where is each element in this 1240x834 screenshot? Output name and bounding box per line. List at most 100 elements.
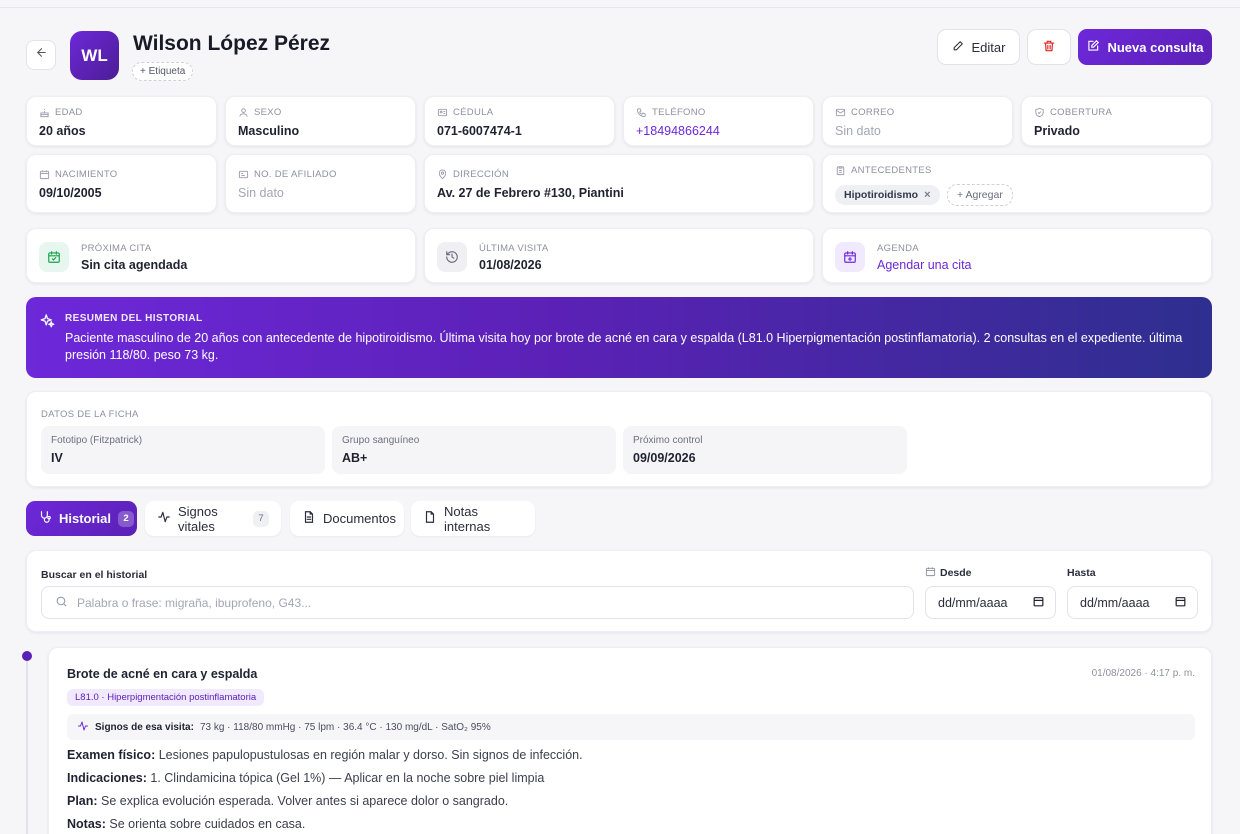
to-date-label: Hasta xyxy=(1067,567,1096,579)
schedule-card[interactable]: AGENDA Agendar una cita xyxy=(822,228,1212,283)
tab-historial[interactable]: Historial 2 xyxy=(26,501,137,536)
address-value: Av. 27 de Febrero #130, Piantini xyxy=(437,186,624,200)
entry-datetime: 01/08/2026 · 4:17 p. m. xyxy=(1091,668,1195,679)
mail-icon xyxy=(835,107,846,118)
user-icon xyxy=(238,107,249,118)
history-entry-card[interactable]: Brote de acné en cara y espalda 01/08/20… xyxy=(48,647,1212,834)
diagnosis-code-badge: L81.0 · Hiperpigmentación postinflamator… xyxy=(67,689,265,706)
stethoscope-icon xyxy=(38,510,52,527)
new-consultation-label: Nueva consulta xyxy=(1107,39,1204,55)
summary-text: Paciente masculino de 20 años con antece… xyxy=(65,331,1183,362)
sparkles-icon xyxy=(40,313,55,333)
tab-count-badge: 2 xyxy=(118,510,135,527)
last-visit-card: ÚLTIMA VISITA 01/08/2026 xyxy=(424,228,814,283)
info-card-sexo: SEXO Masculino xyxy=(225,96,416,146)
calendar-icon xyxy=(925,566,936,580)
affiliate-value: Sin dato xyxy=(238,186,284,200)
map-pin-icon xyxy=(437,169,448,180)
next-appointment-value: Sin cita agendada xyxy=(81,258,188,272)
shield-icon xyxy=(1034,107,1045,118)
page-title: Wilson López Pérez xyxy=(133,32,331,55)
phone-icon xyxy=(636,107,647,118)
note-icon xyxy=(423,510,437,527)
next-appointment-card: PRÓXIMA CITA Sin cita agendada xyxy=(26,228,416,283)
info-card-antecedentes: ANTECEDENTES Hipotiroidismo × + Agregar xyxy=(822,154,1212,213)
info-card-telefono: TELÉFONO +18494866244 xyxy=(623,96,814,146)
email-value: Sin dato xyxy=(835,124,881,138)
add-antecedent-button[interactable]: + Agregar xyxy=(947,184,1013,206)
info-card-direccion: DIRECCIÓN Av. 27 de Febrero #130, Pianti… xyxy=(424,154,814,213)
antecedent-chip: Hipotiroidismo × xyxy=(835,185,940,205)
ficha-field-next-control: Próximo control 09/09/2026 xyxy=(623,426,907,474)
timeline-dot xyxy=(22,651,32,661)
top-divider xyxy=(0,7,1240,8)
search-label: Buscar en el historial xyxy=(41,569,148,581)
delete-button[interactable] xyxy=(1027,29,1071,65)
visit-vitals-strip: Signos de esa visita: 73 kg · 118/80 mmH… xyxy=(67,714,1195,740)
remove-antecedent-icon[interactable]: × xyxy=(924,189,930,201)
last-visit-value: 01/08/2026 xyxy=(479,258,542,272)
pencil-icon xyxy=(952,39,965,55)
vitals-label: Signos de esa visita: xyxy=(95,721,194,733)
search-input[interactable]: Palabra o frase: migraña, ibuprofeno, G4… xyxy=(41,586,914,619)
new-consultation-button[interactable]: Nueva consulta xyxy=(1078,29,1212,65)
edit-button[interactable]: Editar xyxy=(937,29,1020,65)
add-tag-button[interactable]: + Etiqueta xyxy=(132,62,194,81)
age-value: 20 años xyxy=(39,124,86,138)
info-card-afiliado: NO. DE AFILIADO Sin dato xyxy=(225,154,416,213)
sex-value: Masculino xyxy=(238,124,300,138)
edit-button-label: Editar xyxy=(971,39,1006,55)
history-summary-banner: RESUMEN DEL HISTORIAL Paciente masculino… xyxy=(26,297,1212,378)
indications-line: Indicaciones: 1. Clindamicina tópica (Ge… xyxy=(67,771,545,785)
ficha-field-blood-group: Grupo sanguíneo AB+ xyxy=(332,426,616,474)
clipboard-icon xyxy=(835,165,846,176)
calendar-check-icon xyxy=(39,242,69,272)
arrow-left-icon xyxy=(35,46,48,64)
note-edit-icon xyxy=(1086,39,1100,56)
ficha-field-fototipo: Fototipo (Fitzpatrick) IV xyxy=(41,426,325,474)
to-date-input[interactable]: dd/mm/aaaa xyxy=(1067,586,1198,619)
calendar-picker-icon[interactable] xyxy=(1032,595,1045,611)
back-button[interactable] xyxy=(26,40,56,70)
activity-icon xyxy=(157,510,171,527)
search-icon xyxy=(55,595,68,611)
cedula-value: 071-6007474-1 xyxy=(437,124,522,138)
calendar-icon xyxy=(39,169,50,180)
activity-icon xyxy=(77,720,89,735)
info-card-nacimiento: NACIMIENTO 09/10/2005 xyxy=(26,154,217,213)
timeline-line xyxy=(26,660,28,834)
from-date-input[interactable]: dd/mm/aaaa xyxy=(925,586,1056,619)
history-icon xyxy=(437,242,467,272)
info-card-cedula: CÉDULA 071-6007474-1 xyxy=(424,96,615,146)
record-data-title: DATOS DE LA FICHA xyxy=(41,409,139,420)
tab-count-badge: 7 xyxy=(253,510,269,527)
from-date-label: Desde xyxy=(925,566,972,580)
search-placeholder: Palabra o frase: migraña, ibuprofeno, G4… xyxy=(77,595,312,610)
id-card-icon xyxy=(238,169,249,180)
calendar-plus-icon xyxy=(835,242,865,272)
tab-notas-internas[interactable]: Notas internas xyxy=(411,501,535,536)
trash-icon xyxy=(1042,39,1056,56)
tab-signos-vitales[interactable]: Signos vitales 7 xyxy=(145,501,281,536)
tab-documentos[interactable]: Documentos xyxy=(290,501,404,536)
history-search-panel: Buscar en el historial Palabra o frase: … xyxy=(26,550,1212,632)
coverage-value: Privado xyxy=(1034,124,1080,138)
calendar-picker-icon[interactable] xyxy=(1174,595,1187,611)
phone-link[interactable]: +18494866244 xyxy=(636,124,720,138)
exam-line: Examen físico: Lesiones papulopustulosas… xyxy=(67,748,583,762)
info-card-correo: CORREO Sin dato xyxy=(822,96,1013,146)
cake-icon xyxy=(39,107,50,118)
id-card-icon xyxy=(437,107,448,118)
record-data-card: DATOS DE LA FICHA Fototipo (Fitzpatrick)… xyxy=(26,391,1212,487)
birthdate-value: 09/10/2005 xyxy=(39,186,102,200)
document-icon xyxy=(302,510,316,527)
plan-line: Plan: Se explica evolución esperada. Vol… xyxy=(67,794,509,808)
info-card-cobertura: COBERTURA Privado xyxy=(1021,96,1212,146)
avatar: WL xyxy=(70,31,119,80)
schedule-appointment-link[interactable]: Agendar una cita xyxy=(877,258,972,272)
vitals-value: 73 kg · 118/80 mmHg · 75 lpm · 36.4 °C ·… xyxy=(199,721,491,733)
notes-line: Notas: Se orienta sobre cuidados en casa… xyxy=(67,817,306,831)
info-card-edad: EDAD 20 años xyxy=(26,96,217,146)
summary-title: RESUMEN DEL HISTORIAL xyxy=(65,313,203,324)
entry-title: Brote de acné en cara y espalda xyxy=(67,667,258,681)
